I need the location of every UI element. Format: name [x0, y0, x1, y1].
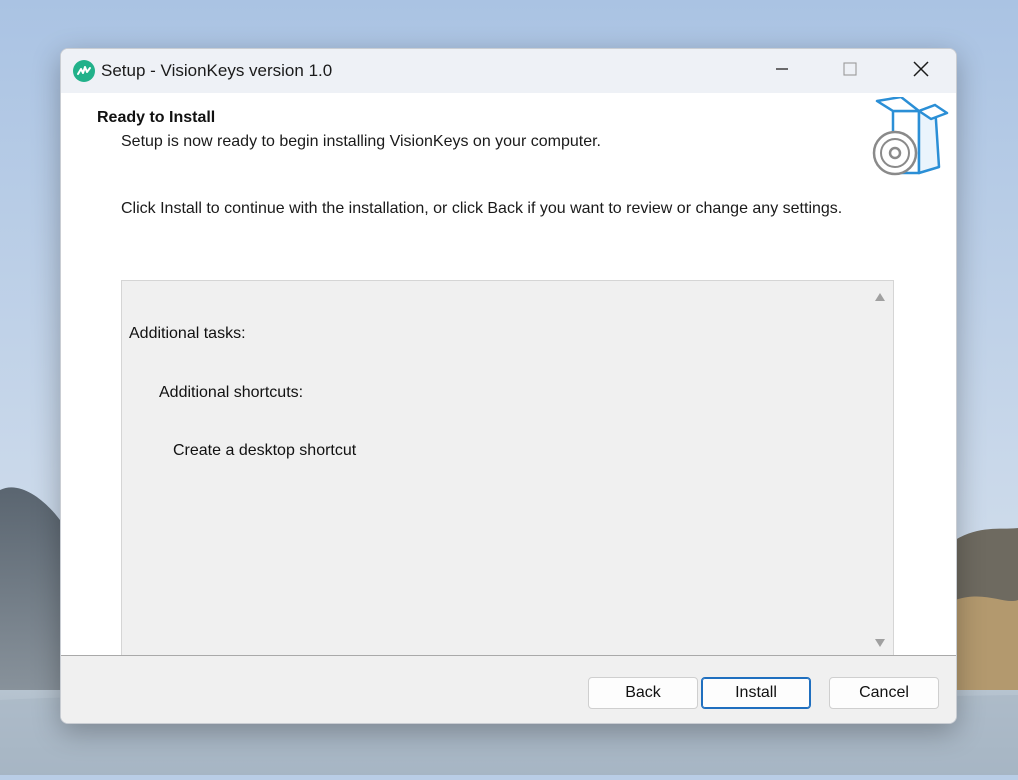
- window-title: Setup - VisionKeys version 1.0: [101, 61, 333, 80]
- setup-window: Setup - VisionKeys version 1.0 Ready to …: [60, 48, 957, 724]
- memo-line-additional-tasks: Additional tasks:: [129, 325, 246, 342]
- back-button[interactable]: Back: [588, 677, 698, 709]
- memo-text: Additional tasks: Additional shortcuts: …: [129, 285, 356, 500]
- page-subheading: Setup is now ready to begin installing V…: [121, 133, 601, 150]
- scroll-down-icon[interactable]: [875, 639, 885, 647]
- page-heading: Ready to Install: [97, 109, 216, 126]
- button-bar: Back Install Cancel: [61, 655, 956, 723]
- close-icon: [912, 60, 930, 83]
- ready-memo-box[interactable]: Additional tasks: Additional shortcuts: …: [121, 280, 894, 684]
- visionkeys-app-icon: [73, 60, 95, 82]
- maximize-icon: [842, 61, 858, 82]
- vertical-scrollbar[interactable]: [867, 281, 893, 657]
- install-box-disc-icon: [871, 95, 951, 177]
- maximize-button[interactable]: [821, 49, 879, 93]
- cancel-button[interactable]: Cancel: [829, 677, 939, 709]
- close-button[interactable]: [892, 49, 950, 93]
- scroll-up-icon[interactable]: [875, 293, 885, 301]
- minimize-button[interactable]: [753, 49, 811, 93]
- install-instruction: Click Install to continue with the insta…: [121, 200, 843, 217]
- memo-line-additional-shortcuts: Additional shortcuts:: [159, 383, 304, 401]
- wizard-page: Ready to Install Setup is now ready to b…: [61, 93, 956, 684]
- minimize-icon: [774, 61, 790, 82]
- install-button[interactable]: Install: [701, 677, 811, 709]
- memo-line-desktop-shortcut: Create a desktop shortcut: [173, 442, 357, 459]
- title-bar[interactable]: Setup - VisionKeys version 1.0: [61, 49, 956, 93]
